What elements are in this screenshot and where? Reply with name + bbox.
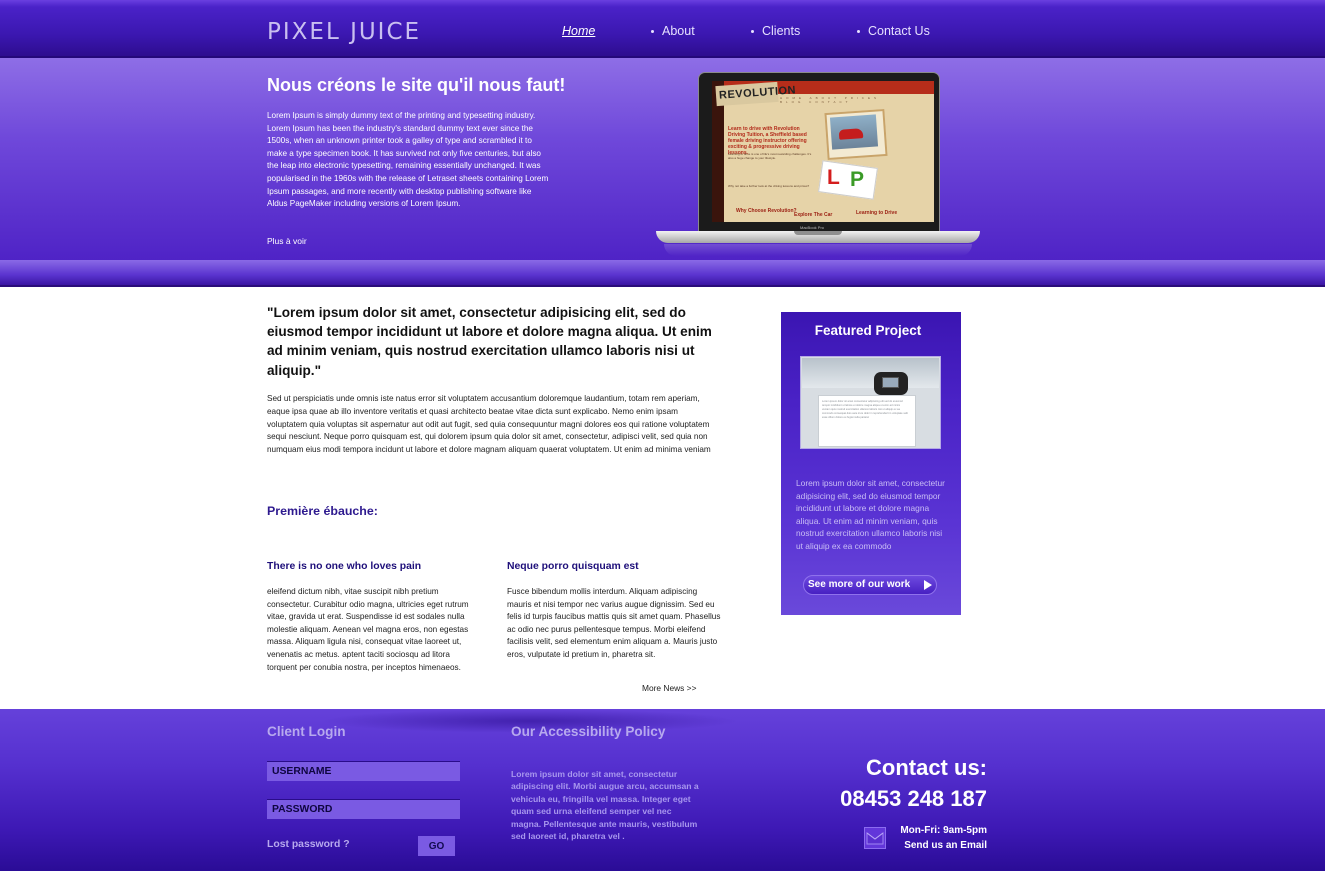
hero-more-link[interactable]: Plus à voir	[267, 236, 307, 246]
intro-quote: "Lorem ipsum dolor sit amet, consectetur…	[267, 305, 712, 378]
play-arrow-icon	[924, 580, 932, 590]
l-plate-letter: L	[827, 166, 840, 189]
device-screen	[882, 377, 899, 388]
screen-link: Explore The Car	[794, 212, 833, 218]
bullet-icon	[857, 30, 860, 34]
column-2-text: Fusce bibendum mollis interdum. Aliquam …	[507, 587, 721, 659]
screen-body-text: Why not take a further look at the drivi…	[728, 184, 810, 188]
hero-banner	[0, 58, 1325, 260]
accessibility-title: Our Accessibility Policy	[511, 724, 666, 739]
nav-about-link[interactable]: About	[651, 24, 695, 38]
contact-title: Contact us:	[866, 755, 987, 780]
featured-title: Featured Project	[814, 323, 922, 338]
nav-clients-label: Clients	[762, 24, 801, 38]
nav-home-link[interactable]: Home	[562, 24, 595, 38]
nav-contact-label: Contact Us	[868, 24, 930, 38]
more-news-link[interactable]: More News >>	[642, 683, 696, 693]
hero-bottom-band	[0, 260, 1325, 287]
car-image	[838, 128, 864, 140]
office-hours: Mon-Fri: 9am-5pm	[900, 825, 987, 836]
column-1-title: There is no one who loves pain	[267, 561, 422, 572]
featured-page-text: Lorem ipsum dolor sit amet consectetur a…	[822, 400, 908, 419]
screen-link: Learning to Drive	[856, 210, 898, 216]
nav-about-label: About	[662, 24, 695, 38]
featured-description: Lorem ipsum dolor sit amet, consectetur …	[796, 478, 945, 551]
site-logo[interactable]: PIXEL JUICE	[267, 19, 421, 45]
nav-contact-link[interactable]: Contact Us	[857, 24, 930, 38]
accessibility-text: Lorem ipsum dolor sit amet, consectetur …	[511, 769, 699, 842]
go-button[interactable]: GO	[418, 836, 455, 856]
laptop-brand: MacBook Pro	[800, 225, 825, 230]
lost-password-link[interactable]: Lost password ?	[267, 839, 350, 850]
column-2-title: Neque porro quisquam est	[507, 561, 639, 572]
client-login-title: Client Login	[267, 724, 346, 739]
intro-paragraph: Sed ut perspiciatis unde omnis iste natu…	[267, 394, 711, 455]
featured-image-header	[802, 358, 939, 388]
nav-clients-link[interactable]: Clients	[751, 24, 800, 38]
contact-phone: 08453 248 187	[840, 786, 987, 811]
screen-nav: HOME ABOUT PRICES BLOG CONTACT	[780, 96, 880, 104]
hero-title: Nous créons le site qu'il nous faut!	[267, 75, 566, 95]
password-input[interactable]	[267, 799, 460, 819]
hero-description: Lorem Ipsum is simply dummy text of the …	[267, 111, 549, 209]
laptop-reflection	[664, 244, 972, 256]
see-more-work-label: See more of our work	[808, 579, 911, 590]
username-input[interactable]	[267, 761, 460, 781]
bullet-icon	[751, 30, 754, 34]
bullet-icon	[651, 30, 654, 34]
laptop-notch	[794, 231, 842, 235]
draft-heading: Première ébauche:	[267, 504, 378, 518]
p-plate-letter: P	[850, 168, 865, 191]
column-1-text: eleifend dictum nibh, vitae suscipit nib…	[267, 587, 469, 672]
send-email-link[interactable]: Send us an Email	[880, 840, 987, 851]
screen-link: Why Choose Revolution?	[736, 208, 797, 214]
screen-body-text: Learning to drive is one of life's most …	[728, 152, 812, 160]
